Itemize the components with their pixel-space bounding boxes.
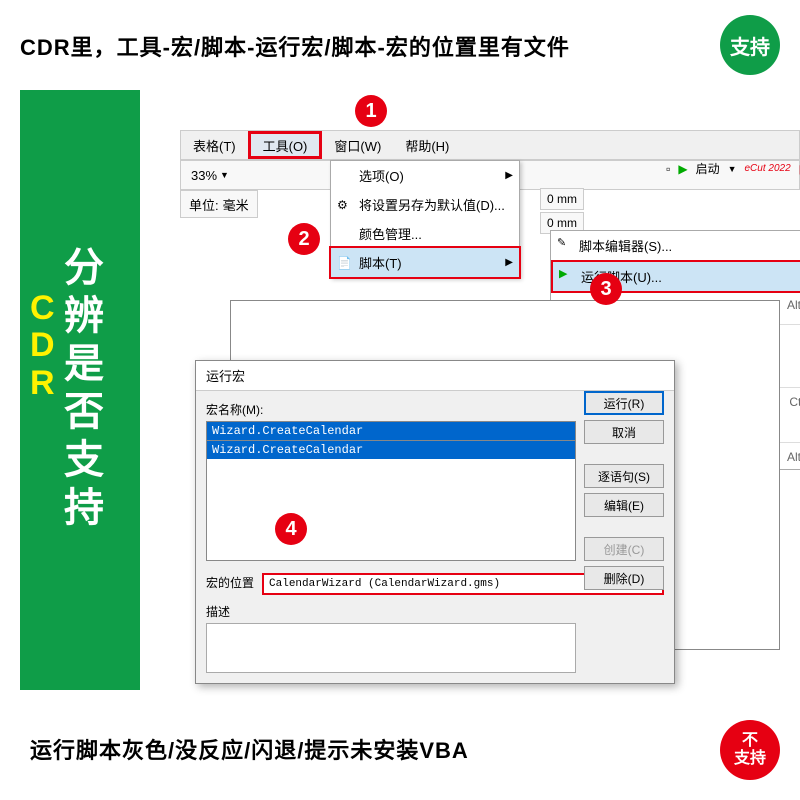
run-button[interactable]: 运行(R) (584, 391, 664, 415)
run-macro-dialog: 运行宏 宏名称(M): Wizard.CreateCalendar Wizard… (195, 360, 675, 684)
tools-dropdown: 选项(O)▶ ⚙ 将设置另存为默认值(D)... 颜色管理... 📄 脚本(T)… (330, 160, 520, 278)
units-value[interactable]: 毫米 (223, 195, 249, 214)
dropdown-color-mgmt[interactable]: 颜色管理... (331, 219, 519, 248)
left-main-text: 分辨是否支持 (51, 246, 109, 534)
menubar: 表格(T) 工具(O) 窗口(W) 帮助(H) (180, 130, 800, 160)
dropdown-options[interactable]: 选项(O)▶ (331, 161, 519, 190)
left-panel: 分辨是否支持 (20, 90, 140, 690)
menu-help[interactable]: 帮助(H) (393, 131, 461, 159)
step-badge-4: 4 (275, 513, 307, 545)
units-bar: 单位: 毫米 (180, 190, 258, 218)
ecut-label: eCut 2022 (745, 163, 791, 174)
launch-button[interactable]: 启动 (696, 160, 720, 177)
dropdown-save-default[interactable]: ⚙ 将设置另存为默认值(D)... (331, 190, 519, 219)
play-icon: ▶ (559, 267, 567, 280)
macro-list-item[interactable]: Wizard.CreateCalendar (207, 441, 575, 459)
delete-button[interactable]: 删除(D) (584, 566, 664, 590)
bottom-instruction: 运行脚本灰色/没反应/闪退/提示未安装VBA (30, 733, 469, 765)
app-screenshot: 表格(T) 工具(O) 窗口(W) 帮助(H) 33%▼ ▫ ▶ 启动 ▼ eC… (180, 100, 800, 680)
support-badge: 支持 (720, 15, 780, 75)
step-badge-2: 2 (288, 223, 320, 255)
dialog-title: 运行宏 (196, 361, 674, 391)
script-icon: 📄 (337, 256, 352, 270)
menu-window[interactable]: 窗口(W) (322, 131, 393, 159)
step-badge-3: 3 (590, 273, 622, 305)
play-icon[interactable]: ▶ (678, 162, 687, 176)
macro-name-input[interactable]: Wizard.CreateCalendar (206, 421, 576, 441)
create-button: 创建(C) (584, 537, 664, 561)
gear-icon: ⚙ (337, 198, 348, 212)
dimension-1[interactable]: 0 mm (540, 188, 584, 210)
editor-icon: ✎ (557, 236, 566, 249)
edit-button[interactable]: 编辑(E) (584, 493, 664, 517)
macro-list[interactable]: Wizard.CreateCalendar (206, 441, 576, 561)
menu-tools[interactable]: 工具(O) (248, 131, 323, 159)
submenu-editor[interactable]: ✎ 脚本编辑器(S)...Alt+ (551, 231, 800, 260)
units-label: 单位: (189, 195, 219, 214)
cancel-button[interactable]: 取消 (584, 420, 664, 444)
unsupported-badge: 不支持 (720, 720, 780, 780)
zoom-selector[interactable]: 33%▼ (191, 168, 229, 183)
desc-box (206, 623, 576, 673)
desc-label: 描述 (206, 603, 664, 620)
submenu-run-script[interactable]: ▶ 运行脚本(U)... (551, 260, 800, 293)
right-toolbar: ▫ ▶ 启动 ▼ eCut 2022 ◧ (666, 160, 800, 177)
square-icon[interactable]: ▫ (666, 162, 670, 176)
dropdown-scripts[interactable]: 📄 脚本(T)▶ (329, 246, 521, 279)
location-label: 宏的位置 (206, 574, 254, 591)
step-badge-1: 1 (355, 95, 387, 127)
top-instruction: CDR里，工具-宏/脚本-运行宏/脚本-宏的位置里有文件 (20, 30, 570, 62)
step-button[interactable]: 逐语句(S) (584, 464, 664, 488)
menu-tables[interactable]: 表格(T) (181, 131, 248, 159)
